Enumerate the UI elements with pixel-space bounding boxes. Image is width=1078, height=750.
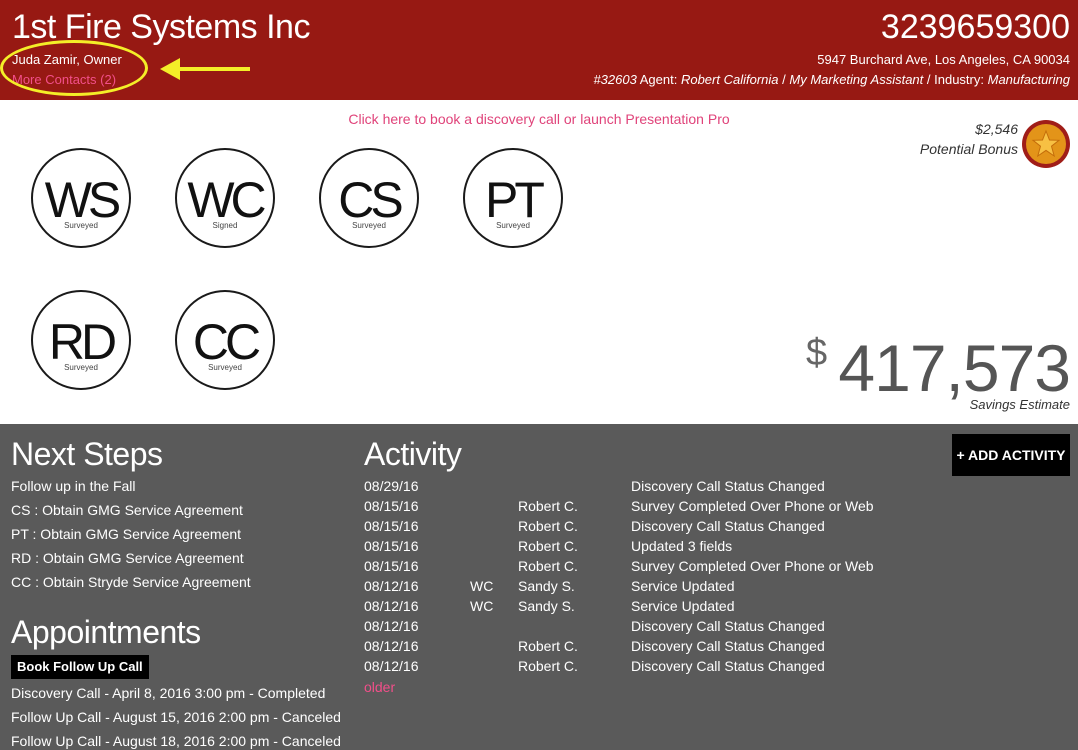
activity-date: 08/12/16 <box>364 658 419 674</box>
service-status: Surveyed <box>352 221 386 230</box>
agent-name: Robert California <box>680 72 779 87</box>
assistant-name: My Marketing Assistant <box>789 72 924 87</box>
activity-date: 08/12/16 <box>364 578 419 594</box>
service-circle-pt[interactable]: PT Surveyed <box>463 148 563 248</box>
savings-estimate-label: Savings Estimate <box>969 397 1070 412</box>
star-icon <box>1022 120 1070 168</box>
older-activity-link[interactable]: older <box>364 679 395 695</box>
details-panel: Next Steps Follow up in the Fall CS : Ob… <box>0 424 1078 750</box>
activity-table: 08/29/16 Discovery Call Status Changed 0… <box>364 478 984 678</box>
activity-user: Robert C. <box>518 658 578 674</box>
next-step-item: RD : Obtain GMG Service Agreement <box>11 550 244 566</box>
appointments-list: Discovery Call - April 8, 2016 3:00 pm -… <box>11 684 341 750</box>
next-step-item: Follow up in the Fall <box>11 478 136 494</box>
activity-user: Robert C. <box>518 638 578 654</box>
service-circle-ws[interactable]: WS Surveyed <box>31 148 131 248</box>
next-step-item: CC : Obtain Stryde Service Agreement <box>11 574 251 590</box>
service-code: WS <box>44 172 122 228</box>
service-status: Surveyed <box>64 363 98 372</box>
activity-row: 08/29/16 Discovery Call Status Changed <box>364 478 984 498</box>
activity-row: 08/12/16 WC Sandy S. Service Updated <box>364 578 984 598</box>
address: 5947 Burchard Ave, Los Angeles, CA 90034 <box>817 52 1070 67</box>
book-follow-up-button[interactable]: Book Follow Up Call <box>11 655 149 679</box>
activity-row: 08/15/16 Robert C. Discovery Call Status… <box>364 518 984 538</box>
activity-service: WC <box>470 578 494 594</box>
activity-description: Survey Completed Over Phone or Web <box>631 498 874 514</box>
appointment-item[interactable]: Follow Up Call - August 18, 2016 2:00 pm… <box>11 732 341 750</box>
activity-row: 08/12/16 WC Sandy S. Service Updated <box>364 598 984 618</box>
service-code: CS <box>338 172 403 228</box>
activity-description: Discovery Call Status Changed <box>631 478 825 494</box>
service-status: Surveyed <box>496 221 530 230</box>
activity-row: 08/15/16 Robert C. Survey Completed Over… <box>364 498 984 518</box>
activity-description: Service Updated <box>631 578 735 594</box>
activity-row: 08/15/16 Robert C. Updated 3 fields <box>364 538 984 558</box>
activity-date: 08/15/16 <box>364 518 419 534</box>
activity-user: Robert C. <box>518 538 578 554</box>
activity-user: Sandy S. <box>518 598 575 614</box>
savings-currency: $ <box>806 332 828 374</box>
industry-label: / Industry: <box>926 72 984 87</box>
activity-date: 08/15/16 <box>364 538 419 554</box>
annotation-ellipse <box>0 40 148 96</box>
service-circle-cc[interactable]: CC Surveyed <box>175 290 275 390</box>
add-activity-button[interactable]: + ADD ACTIVITY <box>952 434 1070 476</box>
activity-row: 08/12/16 Robert C. Discovery Call Status… <box>364 658 984 678</box>
agent-label: Agent: <box>639 72 678 87</box>
service-status: Surveyed <box>64 221 98 230</box>
next-steps-list: Follow up in the Fall CS : Obtain GMG Se… <box>11 477 251 597</box>
activity-row: 08/15/16 Robert C. Survey Completed Over… <box>364 558 984 578</box>
activity-row: 08/12/16 Discovery Call Status Changed <box>364 618 984 638</box>
activity-user: Robert C. <box>518 518 578 534</box>
activity-description: Survey Completed Over Phone or Web <box>631 558 874 574</box>
activity-date: 08/12/16 <box>364 638 419 654</box>
activity-user: Robert C. <box>518 498 578 514</box>
agent-separator: / <box>782 72 786 87</box>
activity-service: WC <box>470 598 494 614</box>
service-circle-wc[interactable]: WC Signed <box>175 148 275 248</box>
next-steps-heading: Next Steps <box>11 436 163 472</box>
service-circle-cs[interactable]: CS Surveyed <box>319 148 419 248</box>
bonus-label: Potential Bonus <box>919 141 1018 157</box>
activity-row: 08/12/16 Robert C. Discovery Call Status… <box>364 638 984 658</box>
activity-date: 08/29/16 <box>364 478 419 494</box>
account-header: 1st Fire Systems Inc Juda Zamir, Owner M… <box>0 0 1078 100</box>
bonus-amount: $2,546 <box>975 121 1018 137</box>
activity-date: 08/15/16 <box>364 498 419 514</box>
activity-description: Discovery Call Status Changed <box>631 638 825 654</box>
phone-number[interactable]: 3239659300 <box>881 8 1070 47</box>
service-code: PT <box>485 172 545 228</box>
activity-user: Robert C. <box>518 558 578 574</box>
industry-value: Manufacturing <box>987 72 1070 87</box>
next-step-item: PT : Obtain GMG Service Agreement <box>11 526 242 542</box>
service-status: Signed <box>212 221 238 230</box>
appointment-item[interactable]: Follow Up Call - August 15, 2016 2:00 pm… <box>11 708 341 732</box>
service-code: WC <box>187 172 266 228</box>
next-step-item: CS : Obtain GMG Service Agreement <box>11 502 243 518</box>
activity-user: Sandy S. <box>518 578 575 594</box>
service-code: CC <box>192 314 261 370</box>
activity-heading: Activity <box>364 436 462 472</box>
arrow-left-icon <box>160 58 250 80</box>
activity-description: Discovery Call Status Changed <box>631 518 825 534</box>
activity-description: Updated 3 fields <box>631 538 733 554</box>
service-circle-rd[interactable]: RD Surveyed <box>31 290 131 390</box>
activity-description: Service Updated <box>631 598 735 614</box>
appointment-item[interactable]: Discovery Call - April 8, 2016 3:00 pm -… <box>11 684 341 708</box>
activity-date: 08/12/16 <box>364 598 419 614</box>
account-id: #32603 <box>593 72 637 87</box>
activity-date: 08/12/16 <box>364 618 419 634</box>
discovery-call-link[interactable]: Click here to book a discovery call or l… <box>0 111 1078 127</box>
service-code: RD <box>48 314 117 370</box>
agent-line: #32603 Agent: Robert California / My Mar… <box>593 72 1070 87</box>
appointments-heading: Appointments <box>11 614 201 650</box>
activity-description: Discovery Call Status Changed <box>631 618 825 634</box>
savings-estimate-value: 417,573 <box>838 331 1071 405</box>
activity-date: 08/15/16 <box>364 558 419 574</box>
service-status: Surveyed <box>208 363 242 372</box>
activity-description: Discovery Call Status Changed <box>631 658 825 674</box>
